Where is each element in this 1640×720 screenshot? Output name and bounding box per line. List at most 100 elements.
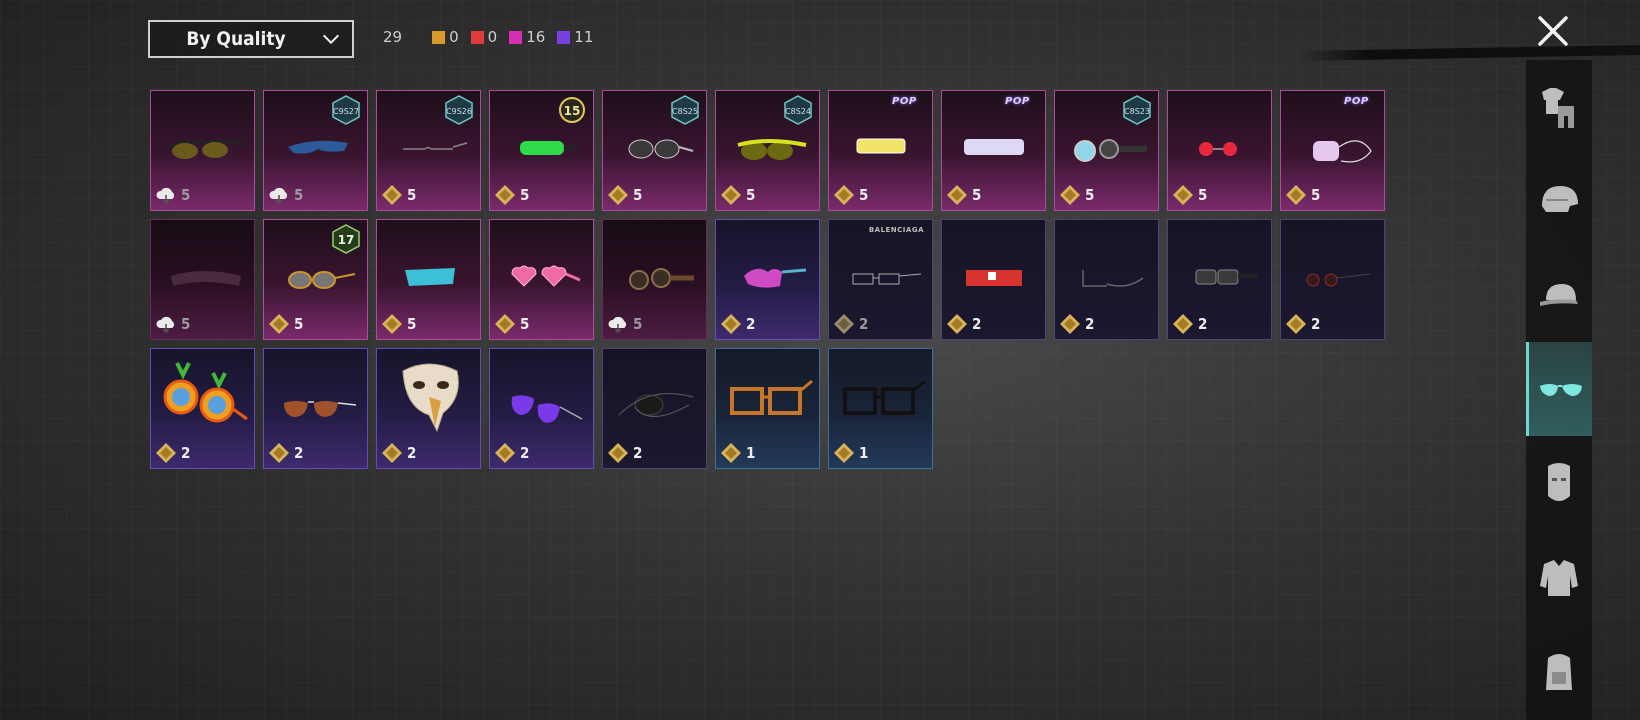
item-card[interactable]: POP 5 [941,90,1046,211]
item-card[interactable]: 15 5 [489,90,594,211]
item-value: 5 [1059,184,1094,206]
sidebar-item-glasses[interactable] [1526,342,1592,436]
item-card[interactable]: 2 [150,348,255,469]
item-value: 2 [1285,313,1320,335]
item-card[interactable]: BALENCIAGA 2 [828,219,933,340]
pineapple-glasses-icon [163,362,248,423]
item-card[interactable]: 1 [828,348,933,469]
badge-label: C8S25 [672,107,698,116]
cyan-visor-icon [405,268,455,286]
jacket-icon [1540,560,1578,596]
item-card[interactable]: 1 [715,348,820,469]
item-card[interactable]: 2 [941,219,1046,340]
item-card[interactable]: 2 [489,348,594,469]
item-value: 5 [268,184,303,206]
sidebar-item-jacket[interactable] [1526,530,1592,624]
item-card[interactable]: 2 [602,348,707,469]
yellow-sunglasses-icon [737,139,807,160]
item-value: 5 [1172,184,1207,206]
dark-visor-icon [171,271,241,286]
sidebar-item-mask[interactable] [1526,436,1592,530]
badge-label: C8S24 [785,107,811,116]
badge-label: 17 [338,233,355,247]
item-card[interactable]: 5 [1167,90,1272,211]
gold-coin-icon [1060,185,1080,205]
gold-coin-icon [834,185,854,205]
orange-rectangle-glasses-icon [730,379,813,415]
item-card[interactable]: C9S27 5 [263,90,368,211]
item-card[interactable]: 2 [376,348,481,469]
black-rectangle-glasses-icon [843,379,926,415]
item-value: 2 [946,313,981,335]
cloud-upgrade-icon [608,316,627,334]
gold-coin-icon [947,314,967,334]
gold-coin-icon [1060,314,1080,334]
gold-coin-icon [269,443,289,463]
item-value: 5 [155,313,190,335]
gold-coin-icon [495,185,515,205]
sport-sunglasses-icon [288,140,348,154]
sidebar-item-helmet[interactable] [1526,154,1592,248]
glasses-icon [1539,384,1582,396]
sunglasses-icon [166,139,246,159]
gold-coin-icon [947,185,967,205]
badge-label: C9S26 [446,107,472,116]
orange-quality-icon [432,30,446,44]
item-value: 5 [381,313,416,335]
mask-icon [1548,463,1570,501]
item-value: 5 [720,184,755,206]
visor-glasses-icon [856,138,906,154]
item-value: 5 [268,313,303,335]
item-card[interactable]: 2 [1054,219,1159,340]
close-icon[interactable] [1536,14,1570,48]
round-glasses-icon [1306,273,1372,287]
category-sidebar [1526,60,1592,720]
item-value: 2 [607,442,642,464]
item-card[interactable]: 2 [1167,219,1272,340]
tactical-goggles-icon [1195,269,1258,285]
count-purple: 11 [557,28,593,46]
item-value: 5 [946,184,981,206]
gold-coin-icon [1286,185,1306,205]
item-card[interactable]: 5 [489,219,594,340]
total-count: 29 [383,28,403,46]
cloud-upgrade-icon [156,187,175,205]
item-card[interactable]: POP 5 [828,90,933,211]
item-card[interactable]: C8S24 5 [715,90,820,211]
item-value: 5 [1285,184,1320,206]
sidebar-item-cap[interactable] [1526,248,1592,342]
item-card[interactable]: C8S25 5 [602,90,707,211]
item-card[interactable]: 2 [715,219,820,340]
item-value: 2 [155,442,190,464]
purple-quality-icon [557,30,571,44]
sidebar-item-backpack[interactable] [1526,624,1592,718]
item-card[interactable]: 2 [1280,219,1385,340]
item-value: 2 [720,313,755,335]
red-gem-glasses-icon [1199,142,1237,156]
count-orange: 0 [432,28,459,46]
thin-glasses-icon [403,142,468,150]
gold-coin-icon [495,443,515,463]
item-card[interactable]: C9S26 5 [376,90,481,211]
item-card[interactable]: 17 5 [263,219,368,340]
red-visor-icon [966,270,1022,286]
item-card[interactable]: 2 [263,348,368,469]
item-value: 2 [494,442,529,464]
sort-dropdown-label: By Quality [186,28,286,50]
pop-badge: POP [1344,96,1369,107]
item-card[interactable]: POP 5 [1280,90,1385,211]
item-card[interactable]: 5 [150,219,255,340]
count-pink: 16 [509,28,545,46]
item-card[interactable]: 5 [376,219,481,340]
sort-dropdown[interactable]: By Quality [148,20,354,58]
gold-coin-icon [1173,314,1193,334]
gold-coin-icon [1173,185,1193,205]
green-goggles-icon [520,141,581,155]
item-card[interactable]: 5 [602,219,707,340]
sidebar-item-outfit[interactable] [1526,60,1592,154]
item-card[interactable]: C8S23 5 [1054,90,1159,211]
item-value: 5 [607,313,642,335]
item-card[interactable]: 5 [150,90,255,211]
badge-label: C8S23 [1124,107,1150,116]
gold-coin-icon [382,185,402,205]
